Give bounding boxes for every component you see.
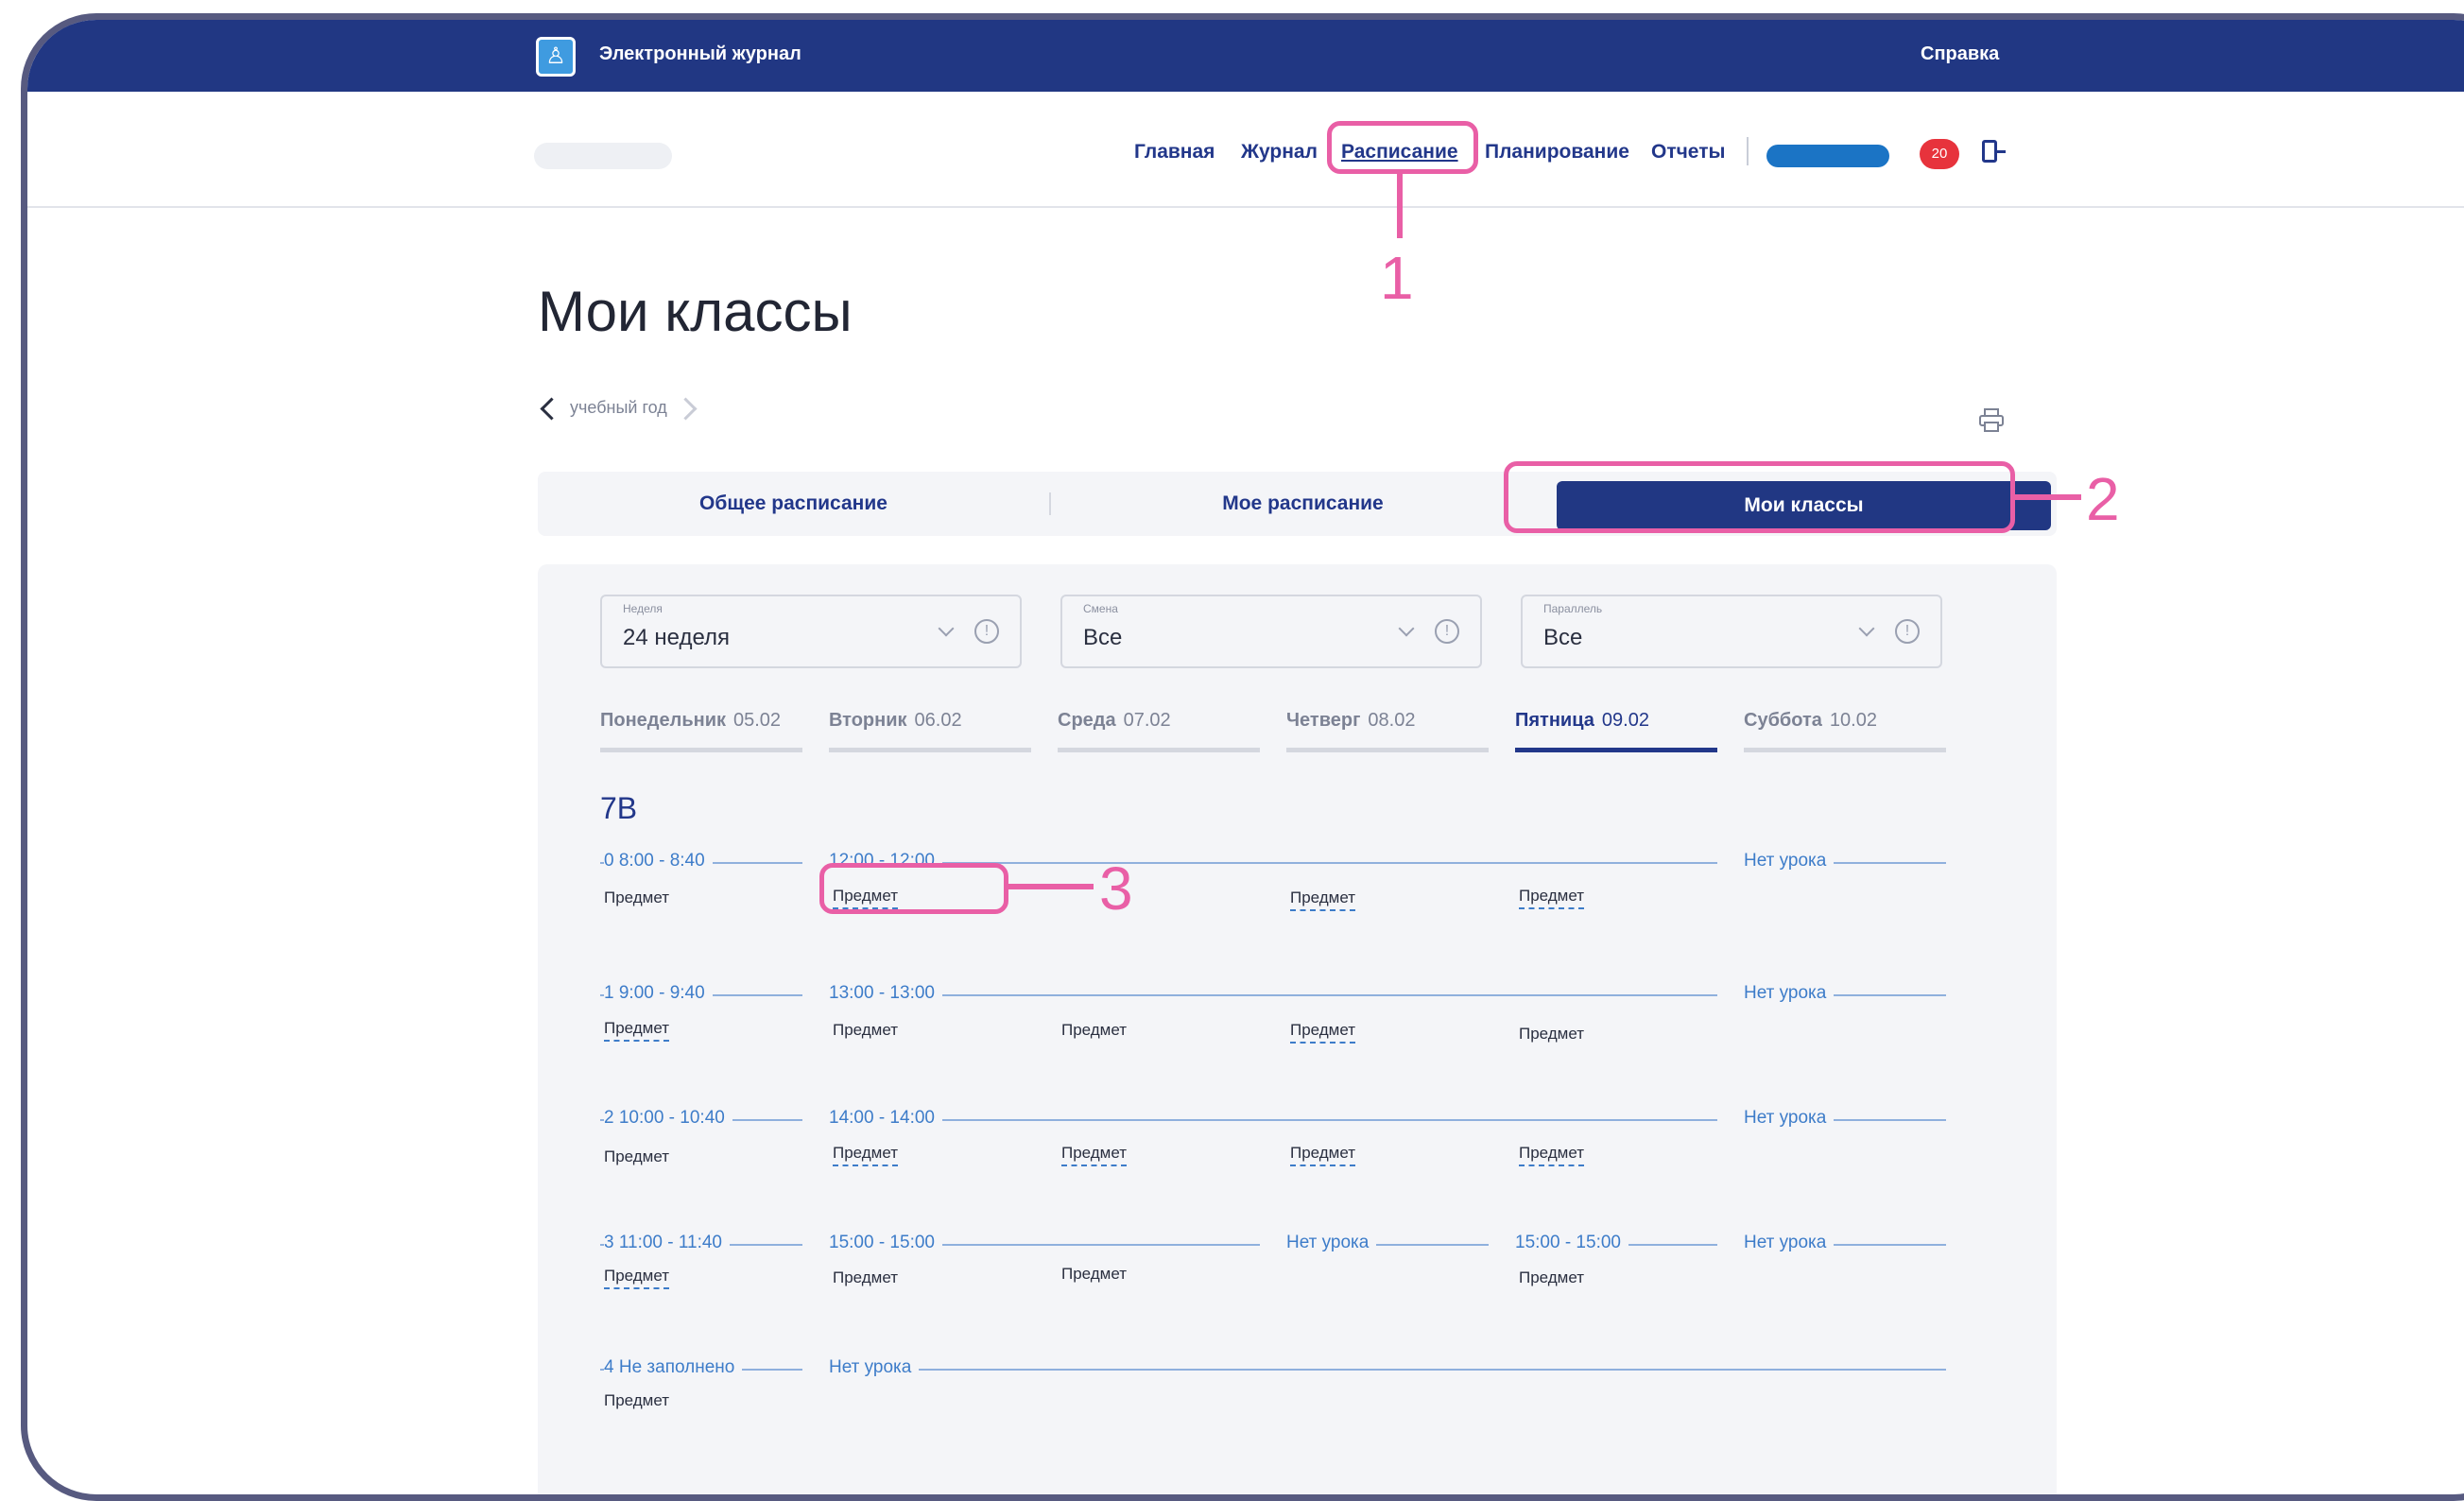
subject-cell[interactable]: Предмет (1290, 1144, 1356, 1166)
week-select-value: 24 неделя (623, 625, 730, 650)
parallel-select[interactable]: Параллель Все ! (1521, 595, 1942, 668)
no-lesson-label: Нет урока (1744, 851, 1835, 871)
nav-planning[interactable]: Планирование (1485, 141, 1629, 164)
info-icon[interactable]: ! (1435, 619, 1459, 644)
day-tab-friday[interactable]: Пятница 09.02 (1515, 710, 1717, 733)
no-lesson-label: Нет урока (1744, 983, 1835, 1004)
parallel-select-label: Параллель (1543, 602, 1603, 615)
highlight-schedule-nav (1327, 121, 1478, 174)
subject-cell[interactable]: Предмет (1519, 1025, 1584, 1044)
lesson-time: 15:00 - 15:00 (1515, 1233, 1628, 1253)
shift-select[interactable]: Смена Все ! (1060, 595, 1482, 668)
no-lesson-label: Нет урока (1744, 1108, 1835, 1129)
callout-line-3 (1008, 884, 1094, 889)
week-select[interactable]: Неделя 24 неделя ! (600, 595, 1022, 668)
tab-general-schedule[interactable]: Общее расписание (538, 472, 1049, 536)
top-bar: ♙ Электронный журнал Справка (27, 20, 2464, 92)
day-tab-thursday[interactable]: Четверг 08.02 (1286, 710, 1489, 733)
print-icon[interactable] (1978, 407, 2005, 434)
highlight-my-classes-tab (1504, 461, 2015, 533)
lesson-rule (829, 994, 1717, 996)
chevron-down-icon (938, 620, 955, 637)
lesson-time: 0 8:00 - 8:40 (604, 851, 713, 871)
week-select-label: Неделя (623, 602, 663, 615)
subject-cell[interactable]: Предмет (833, 1021, 898, 1040)
nav-home[interactable]: Главная (1134, 141, 1215, 164)
lesson-time: 1 9:00 - 9:40 (604, 983, 713, 1004)
year-navigator: учебный год (538, 397, 699, 421)
school-selector[interactable] (534, 143, 672, 169)
info-icon[interactable]: ! (1895, 619, 1920, 644)
chevron-down-icon (1858, 620, 1875, 637)
subject-cell[interactable]: Предмет (1290, 889, 1356, 911)
day-tab-saturday[interactable]: Суббота 10.02 (1744, 710, 1946, 733)
parallel-select-value: Все (1543, 625, 1583, 650)
subject-cell[interactable]: Предмет (1061, 1144, 1128, 1166)
prev-year-icon[interactable] (540, 397, 563, 421)
subject-cell[interactable]: Предмет (1061, 1021, 1127, 1040)
day-tab-tuesday[interactable]: Вторник 06.02 (829, 710, 1031, 733)
highlight-subject-cell (819, 863, 1008, 914)
chevron-down-icon (1398, 620, 1415, 637)
next-year-icon[interactable] (674, 397, 698, 421)
subject-cell[interactable]: Предмет (604, 889, 669, 907)
app-title[interactable]: Электронный журнал (599, 43, 801, 65)
callout-line-2 (2015, 494, 2081, 500)
device-frame: ♙ Электронный журнал Справка Главная Жур… (21, 13, 2464, 1501)
info-icon[interactable]: ! (974, 619, 999, 644)
subject-cell[interactable]: Предмет (604, 1147, 669, 1166)
nav-reports[interactable]: Отчеты (1651, 141, 1725, 164)
subject-cell[interactable]: Предмет (604, 1019, 670, 1042)
year-label: учебный год (570, 398, 667, 417)
subject-cell[interactable]: Предмет (604, 1267, 670, 1289)
lesson-rule (829, 1369, 1946, 1371)
lesson-rule (829, 1119, 1717, 1121)
lesson-time: 13:00 - 13:00 (829, 983, 942, 1004)
subject-cell[interactable]: Предмет (833, 1268, 898, 1287)
notifications-badge[interactable]: 20 (1920, 139, 1959, 169)
app-logo-icon: ♙ (536, 37, 576, 77)
no-lesson-label: Нет урока (829, 1357, 920, 1378)
user-profile-button[interactable] (1766, 145, 1889, 167)
no-lesson-label: Нет урока (1744, 1233, 1835, 1253)
callout-number-2: 2 (2086, 465, 2120, 533)
shift-select-label: Смена (1083, 602, 1118, 615)
day-underline-active (1515, 748, 1717, 752)
day-underline (1744, 748, 1946, 752)
day-tab-monday[interactable]: Понедельник 05.02 (600, 710, 802, 733)
subject-cell[interactable]: Предмет (1519, 1144, 1585, 1166)
callout-line-1 (1397, 174, 1403, 238)
nav-journal[interactable]: Журнал (1241, 141, 1318, 164)
shift-select-value: Все (1083, 625, 1123, 650)
class-name: 7В (600, 791, 638, 825)
day-underline (1058, 748, 1260, 752)
callout-number-1: 1 (1380, 244, 1414, 312)
help-link[interactable]: Справка (1921, 43, 1999, 65)
logout-icon[interactable] (1982, 140, 2006, 163)
tab-my-schedule[interactable]: Мое расписание (1051, 472, 1555, 536)
day-underline (1286, 748, 1489, 752)
lesson-time: 15:00 - 15:00 (829, 1233, 942, 1253)
callout-number-3: 3 (1099, 854, 1133, 923)
subject-cell[interactable]: Предмет (1519, 887, 1585, 909)
subject-cell[interactable]: Предмет (1061, 1265, 1127, 1284)
day-underline (600, 748, 802, 752)
lesson-time: 4 Не заполнено (604, 1357, 743, 1378)
subject-cell[interactable]: Предмет (1519, 1268, 1584, 1287)
subject-cell[interactable]: Предмет (604, 1391, 669, 1410)
no-lesson-label: Нет урока (1286, 1233, 1377, 1253)
page-title: Мои классы (538, 280, 853, 343)
lesson-time: 2 10:00 - 10:40 (604, 1108, 732, 1129)
schedule-panel: Неделя 24 неделя ! Смена Все ! Параллель… (538, 564, 2057, 1494)
subject-cell[interactable]: Предмет (833, 1144, 899, 1166)
day-tab-wednesday[interactable]: Среда 07.02 (1058, 710, 1260, 733)
lesson-time: 3 11:00 - 11:40 (604, 1233, 731, 1253)
lesson-time: 14:00 - 14:00 (829, 1108, 942, 1129)
nav-divider (1747, 137, 1749, 165)
day-underline (829, 748, 1031, 752)
subject-cell[interactable]: Предмет (1290, 1021, 1356, 1044)
main-navigation: Главная Журнал Расписание Планирование О… (27, 92, 2464, 208)
